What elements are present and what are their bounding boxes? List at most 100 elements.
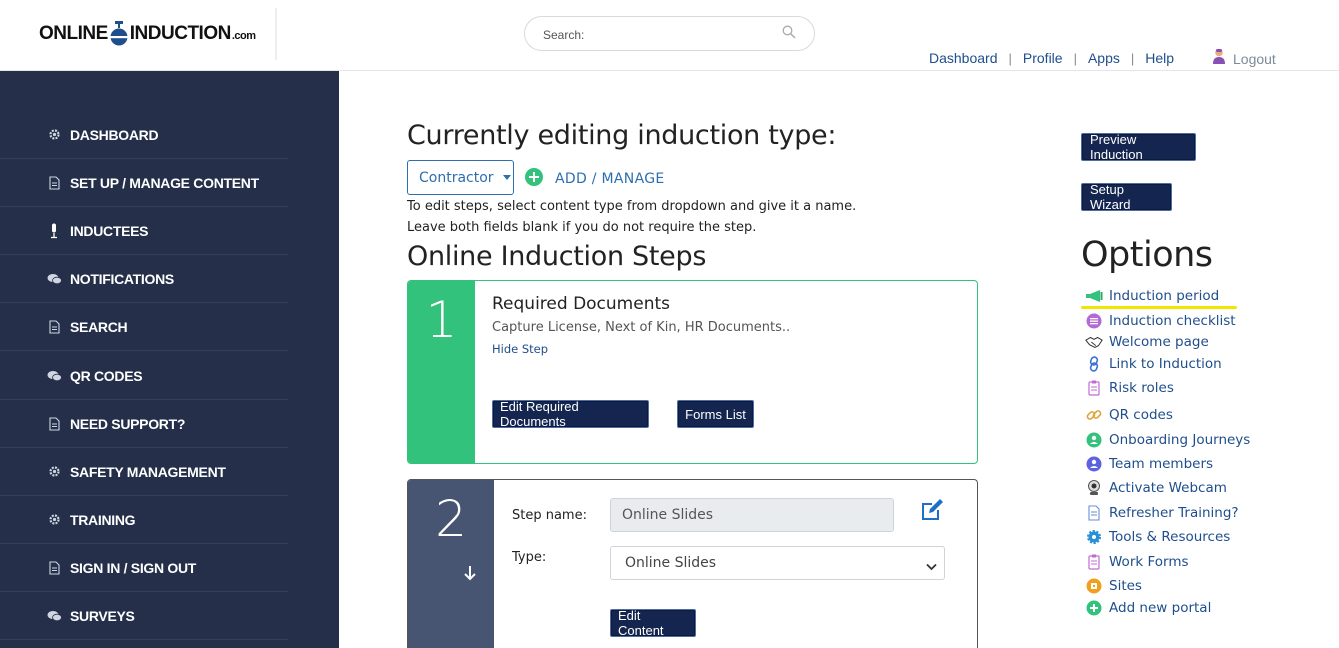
search-input[interactable] [543, 25, 773, 42]
clipboard-icon [1085, 380, 1103, 396]
induction-type-dropdown[interactable]: Contractor [407, 160, 514, 195]
page-title: Currently editing induction type: [407, 120, 837, 151]
option-label: Risk roles [1109, 380, 1174, 396]
logo-text-left: ONLINE [39, 23, 108, 44]
sidebar-item-label: TRAINING [70, 511, 136, 528]
option-add-new-portal[interactable]: Add new portal [1085, 600, 1211, 616]
option-label: Induction period [1109, 288, 1220, 304]
sidebar-item-dashboard[interactable]: DASHBOARD [0, 111, 288, 159]
option-welcome-page[interactable]: Welcome page [1085, 334, 1209, 350]
document-icon [46, 416, 62, 431]
option-label: Tools & Resources [1109, 529, 1231, 545]
dropdown-value: Contractor [419, 169, 494, 186]
step-name-field: Online Slides [610, 498, 894, 532]
checklist-icon [1085, 313, 1103, 329]
option-label: Team members [1109, 456, 1214, 472]
sidebar-item-label: DASHBOARD [70, 126, 159, 143]
sidebar-item-inductees[interactable]: INDUCTEES [0, 207, 288, 255]
sidebar-item-safety-management[interactable]: SAFETY MANAGEMENT [0, 448, 288, 496]
step-number: 1 [408, 281, 475, 463]
option-sites[interactable]: Sites [1085, 578, 1142, 594]
help-text-2: Leave both fields blank if you do not re… [407, 220, 757, 235]
top-nav: Dashboard | Profile | Apps | Help [929, 50, 1174, 66]
step-card-2: 2 Step name: Online Slides Type: Online … [407, 479, 978, 648]
sidebar-item-surveys[interactable]: SURVEYS [0, 592, 288, 640]
sidebar-item-label: SEARCH [70, 318, 128, 335]
option-label: Induction checklist [1109, 313, 1236, 329]
sidebar-item-label: SURVEYS [70, 607, 135, 624]
option-risk-roles[interactable]: Risk roles [1085, 380, 1174, 396]
search-box [524, 16, 815, 51]
sidebar-item-label: INDUCTEES [70, 222, 149, 239]
option-label: Refresher Training? [1109, 505, 1239, 521]
step-title: Required Documents [492, 294, 670, 314]
edit-required-documents-button[interactable]: Edit Required Documents [492, 399, 649, 429]
option-onboarding-journeys[interactable]: Onboarding Journeys [1085, 432, 1250, 448]
nav-profile[interactable]: Profile [1023, 50, 1063, 66]
hide-step-link[interactable]: Hide Step [492, 342, 548, 356]
option-tools-resources[interactable]: Tools & Resources [1085, 529, 1230, 545]
chain-icon [1085, 407, 1103, 423]
nav-apps[interactable]: Apps [1088, 50, 1120, 66]
sidebar-item-label: SAFETY MANAGEMENT [70, 463, 226, 480]
type-label: Type: [512, 550, 547, 565]
caret-down-icon [502, 175, 511, 180]
type-select[interactable]: Online Slides [610, 546, 945, 580]
sidebar-item-setup[interactable]: SET UP / MANAGE CONTENT [0, 159, 288, 207]
microphone-icon [46, 223, 62, 239]
edit-content-button[interactable]: Edit Content [610, 608, 696, 638]
option-team-members[interactable]: Team members [1085, 456, 1213, 472]
logo[interactable]: ONLINE INDUCTION .com [35, 8, 277, 60]
edit-icon[interactable] [918, 496, 946, 528]
forms-list-button[interactable]: Forms List [677, 400, 754, 428]
option-work-forms[interactable]: Work Forms [1085, 554, 1189, 570]
arrow-down-icon[interactable] [463, 565, 477, 585]
option-label: QR codes [1109, 407, 1173, 423]
step-description: Capture License, Next of Kin, HR Documen… [492, 320, 791, 335]
option-label: Activate Webcam [1109, 480, 1227, 496]
megaphone-icon [1085, 288, 1103, 304]
sidebar-item-label: NOTIFICATIONS [70, 270, 174, 287]
nav-separator: | [1073, 50, 1077, 66]
sidebar-item-sign-in-out[interactable]: SIGN IN / SIGN OUT [0, 544, 288, 592]
sidebar-item-notifications[interactable]: NOTIFICATIONS [0, 255, 288, 303]
sidebar-item-training[interactable]: TRAINING [0, 496, 288, 544]
sidebar: DASHBOARD SET UP / MANAGE CONTENT INDUCT… [0, 71, 339, 648]
option-link-to-induction[interactable]: Link to Induction [1085, 356, 1222, 372]
nav-help[interactable]: Help [1145, 50, 1174, 66]
option-induction-period[interactable]: Induction period [1085, 288, 1219, 304]
search-icon[interactable] [782, 24, 796, 43]
setup-wizard-button[interactable]: Setup Wizard [1081, 182, 1172, 212]
option-induction-checklist[interactable]: Induction checklist [1085, 313, 1236, 329]
nav-separator: | [1008, 50, 1012, 66]
logout-link[interactable]: Logout [1212, 47, 1276, 67]
journey-icon [1085, 432, 1103, 448]
option-activate-webcam[interactable]: Activate Webcam [1085, 480, 1227, 496]
gear-icon [46, 128, 62, 141]
gear-icon [46, 465, 62, 478]
tools-icon [1085, 529, 1103, 545]
option-refresher-training[interactable]: Refresher Training? [1085, 505, 1239, 521]
chevron-down-icon [926, 559, 937, 575]
chat-icon [46, 370, 62, 382]
logout-label: Logout [1233, 51, 1276, 67]
step-card-1: 1 Required Documents Capture License, Ne… [407, 280, 978, 464]
chat-icon [46, 273, 62, 285]
option-label: Add new portal [1109, 600, 1212, 616]
document-icon [46, 560, 62, 575]
preview-induction-button[interactable]: Preview Induction [1081, 132, 1196, 162]
sidebar-item-qr-codes[interactable]: QR CODES [0, 352, 288, 400]
help-text-1: To edit steps, select content type from … [407, 199, 857, 214]
option-qr-codes[interactable]: QR codes [1085, 407, 1173, 423]
add-manage-link[interactable]: ADD / MANAGE [525, 168, 665, 190]
type-select-value: Online Slides [625, 555, 717, 571]
sidebar-item-search[interactable]: SEARCH [0, 303, 288, 351]
nav-separator: | [1130, 50, 1135, 66]
plus-circle-icon [1085, 600, 1103, 616]
nav-dashboard[interactable]: Dashboard [929, 50, 998, 66]
sidebar-item-label: NEED SUPPORT? [70, 415, 186, 432]
plus-circle-icon [525, 168, 543, 190]
sidebar-item-label: SET UP / MANAGE CONTENT [70, 174, 259, 191]
option-label: Link to Induction [1109, 356, 1222, 372]
sidebar-item-need-support[interactable]: NEED SUPPORT? [0, 400, 288, 448]
